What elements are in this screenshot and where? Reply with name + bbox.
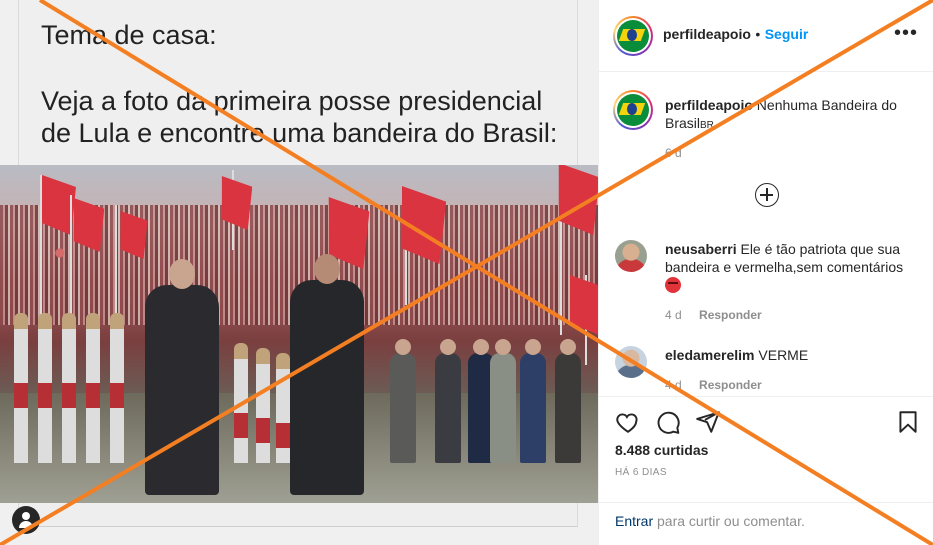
comment: eledamerelim VERME [665,346,920,364]
post-side-panel: perfildeapoio • Seguir ••• perfildeapoio… [598,0,933,545]
post-caption: perfildeapoio Nenhuma Bandeira do Brasil… [665,96,915,135]
honor-guard [38,313,52,463]
soldier [435,339,461,463]
more-horizontal-icon[interactable]: ••• [894,23,918,43]
honor-guard [14,313,28,463]
comment-username[interactable]: neusaberri [665,241,737,257]
homework-body: Veja a foto da primeira posse presidenci… [41,86,558,148]
post-header: perfildeapoio • Seguir ••• [599,0,933,72]
login-link[interactable]: Entrar [615,513,653,529]
header-username[interactable]: perfildeapoio [663,26,751,42]
honor-guard [110,313,124,463]
login-prompt: Entrar para curtir ou comentar. [599,502,933,545]
soldier [520,339,546,463]
homework-heading: Tema de casa: [41,20,217,50]
angry-face-emoji [665,277,681,293]
caption-avatar[interactable] [613,90,653,130]
soldier [490,339,516,463]
brazil-flag-emoji: BR [700,120,714,131]
comment: neusaberri Ele é tão patriota que sua ba… [665,240,920,294]
comment-text: VERME [758,347,809,363]
comment-meta: 4 d Responder [665,308,762,322]
comment-time[interactable]: 4 d [665,308,682,322]
honor-guard [276,353,290,463]
inauguration-photo [0,165,598,503]
share-icon[interactable] [695,409,721,435]
honor-guard [234,343,248,463]
bookmark-icon[interactable] [895,409,921,435]
heart-icon[interactable] [615,409,641,435]
honor-guard [86,313,100,463]
red-flag [570,275,598,335]
honor-guard [62,313,76,463]
soldier [555,339,581,463]
caption-time[interactable]: 6 d [665,146,682,160]
likes-count[interactable]: 8.488 curtidas [615,442,708,458]
caption-username[interactable]: perfildeapoio [665,97,753,113]
comment-avatar[interactable] [615,346,647,378]
post-actions: 8.488 curtidas HÁ 6 DIAS [599,396,933,502]
official-left [145,259,219,495]
login-text: para curtir ou comentar. [653,513,805,529]
comment-meta: 4 d Responder [665,378,762,392]
follow-button[interactable]: Seguir [765,26,809,42]
user-tag-icon[interactable] [12,506,40,534]
post-date[interactable]: HÁ 6 DIAS [615,467,667,478]
comment-icon[interactable] [655,409,681,435]
card-bottom-strip [18,503,578,527]
post-image[interactable]: Tema de casa: Veja a foto da primeira po… [0,0,598,545]
reply-button[interactable]: Responder [699,308,762,322]
comment-avatar[interactable] [615,240,647,272]
separator-dot: • [755,26,761,42]
homework-text-card: Tema de casa: Veja a foto da primeira po… [18,0,578,165]
soldier [390,339,416,463]
plus-circle-icon[interactable] [755,183,779,207]
honor-guard [256,348,270,463]
official-center [290,254,364,495]
profile-avatar[interactable] [613,16,653,56]
reply-button[interactable]: Responder [699,378,762,392]
comment-time[interactable]: 4 d [665,378,682,392]
comment-username[interactable]: eledamerelim [665,347,755,363]
